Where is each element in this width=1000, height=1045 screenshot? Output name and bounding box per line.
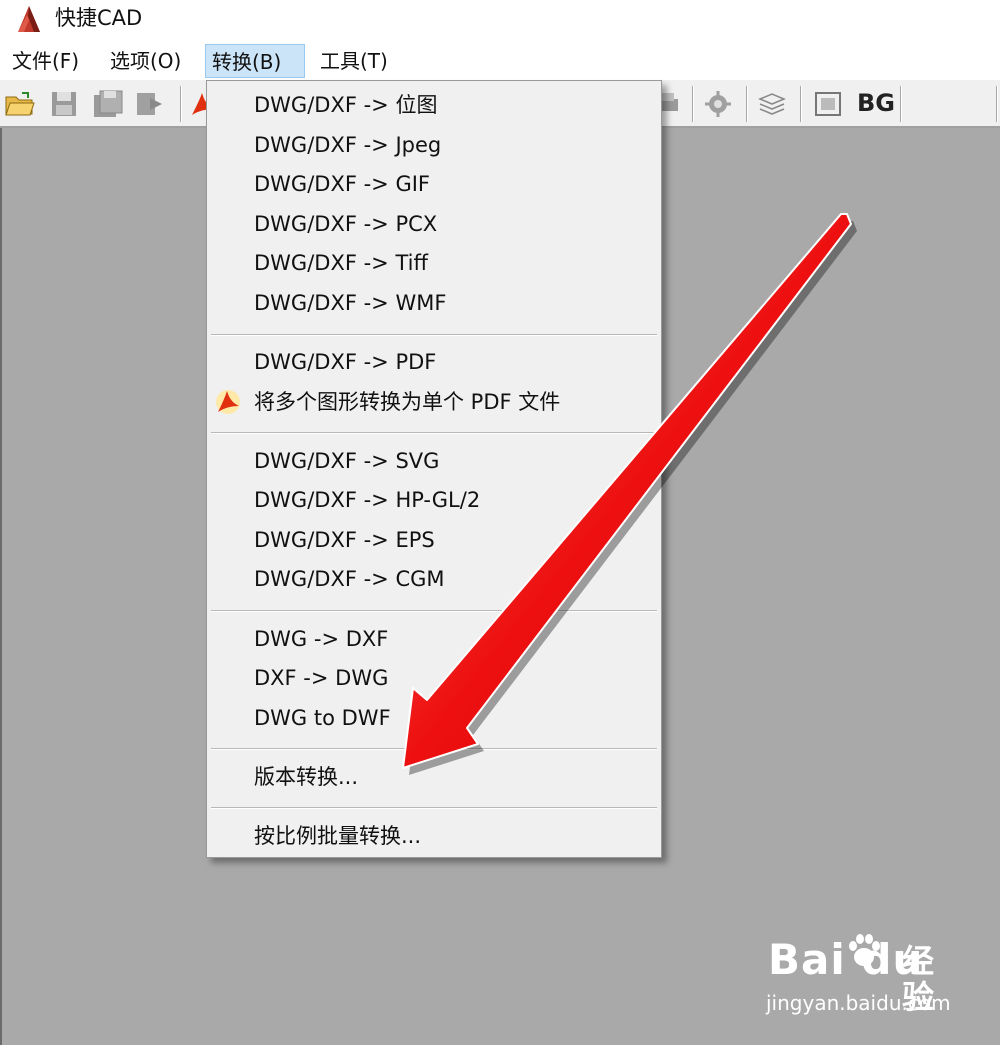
menu-item-to-eps[interactable]: DWG/DXF -> EPS: [207, 521, 661, 559]
export-icon[interactable]: [134, 89, 166, 119]
menu-item-multi-to-single-pdf[interactable]: 将多个图形转换为单个 PDF 文件: [207, 383, 661, 421]
app-logo-icon: [18, 6, 40, 32]
open-folder-icon[interactable]: [4, 89, 36, 119]
frame-icon[interactable]: [812, 89, 844, 119]
menu-separator: [211, 610, 657, 612]
watermark-url: jingyan.baidu.com: [766, 991, 951, 1015]
menu-options[interactable]: 选项(O): [104, 44, 187, 78]
toolbar-separator: [692, 86, 694, 122]
menu-separator: [211, 748, 657, 750]
layers-gear-icon[interactable]: [702, 89, 734, 119]
menu-separator: [211, 807, 657, 809]
menu-item-dwg-to-dwf[interactable]: DWG to DWF: [207, 699, 661, 737]
menu-separator: [211, 334, 657, 336]
menu-bar: 文件(F) 选项(O) 转换(B) 工具(T): [0, 44, 1000, 80]
toolbar-separator: [800, 86, 802, 122]
menu-item-to-gif[interactable]: DWG/DXF -> GIF: [207, 165, 661, 203]
save-as-icon[interactable]: [92, 89, 124, 119]
menu-item-to-pdf[interactable]: DWG/DXF -> PDF: [207, 343, 661, 381]
menu-file[interactable]: 文件(F): [6, 44, 85, 78]
menu-item-to-tiff[interactable]: DWG/DXF -> Tiff: [207, 244, 661, 282]
menu-convert[interactable]: 转换(B): [205, 44, 305, 78]
toolbar-separator: [746, 86, 748, 122]
baidu-jingyan-watermark: Bai du 经验 jingyan.baidu.com: [760, 934, 960, 1025]
menu-item-to-svg[interactable]: DWG/DXF -> SVG: [207, 442, 661, 480]
app-title: 快捷CAD: [55, 6, 143, 30]
menu-item-dxf-to-dwg[interactable]: DXF -> DWG: [207, 659, 661, 697]
convert-dropdown-menu: DWG/DXF -> 位图 DWG/DXF -> Jpeg DWG/DXF ->…: [206, 80, 662, 858]
title-bar: 快捷CAD: [0, 0, 1000, 40]
menu-item-to-jpeg[interactable]: DWG/DXF -> Jpeg: [207, 126, 661, 164]
menu-separator: [211, 432, 657, 434]
menu-item-batch-scale-convert[interactable]: 按比例批量转换...: [207, 817, 661, 855]
pdf-icon: [216, 390, 240, 414]
menu-item-to-wmf[interactable]: DWG/DXF -> WMF: [207, 284, 661, 322]
menu-item-to-cgm[interactable]: DWG/DXF -> CGM: [207, 560, 661, 598]
menu-tools[interactable]: 工具(T): [314, 44, 394, 78]
menu-item-label: 将多个图形转换为单个 PDF 文件: [254, 390, 561, 414]
menu-item-to-bitmap[interactable]: DWG/DXF -> 位图: [207, 86, 661, 124]
toolbar-separator: [180, 86, 182, 122]
menu-item-version-convert[interactable]: 版本转换...: [207, 758, 661, 796]
menu-item-to-hpgl2[interactable]: DWG/DXF -> HP-GL/2: [207, 481, 661, 519]
menu-item-to-pcx[interactable]: DWG/DXF -> PCX: [207, 205, 661, 243]
toolbar-separator: [900, 86, 902, 122]
menu-item-dwg-to-dxf[interactable]: DWG -> DXF: [207, 620, 661, 658]
background-toggle-button[interactable]: BG: [857, 88, 895, 118]
toolbar-separator: [996, 86, 998, 122]
layers-icon[interactable]: [756, 89, 788, 119]
baidu-logo-text: Bai du: [768, 935, 924, 984]
save-icon[interactable]: [48, 89, 80, 119]
